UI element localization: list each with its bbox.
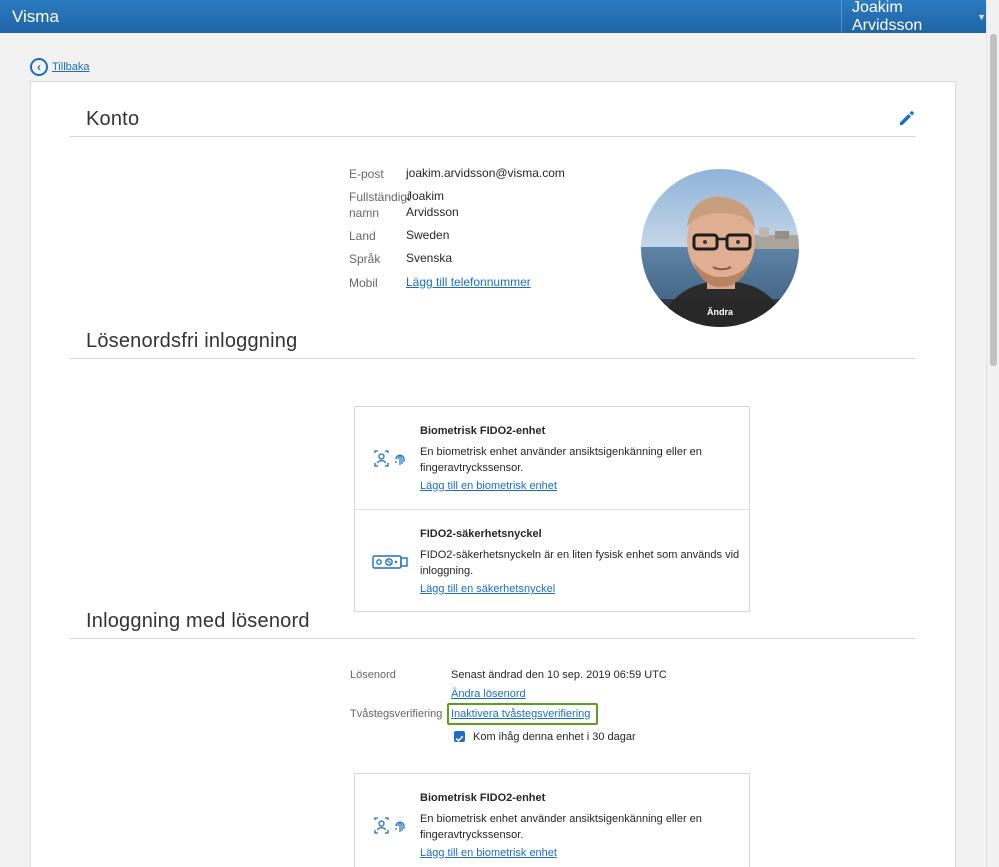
add-phone-link[interactable]: Lägg till telefonnummer — [406, 274, 531, 290]
avatar[interactable]: Ändra — [641, 169, 799, 327]
password-mfa-panel: Biometrisk FIDO2-enhet En biometrisk enh… — [354, 773, 750, 867]
remember-device-label: Kom ihåg denna enhet i 30 dagar — [473, 731, 636, 743]
item-title: Biometrisk FIDO2-enhet — [420, 425, 546, 437]
face-fingerprint-icon — [374, 817, 405, 834]
item-title: FIDO2-säkerhetsnyckel — [420, 528, 542, 540]
user-menu[interactable]: Joakim Arvidsson ▼ — [841, 0, 986, 34]
twostep-label: Tvåstegsverifiering — [350, 708, 443, 720]
section-divider — [70, 136, 916, 137]
password-status: Senast ändrad den 10 sep. 2019 06:59 UTC — [451, 669, 667, 681]
remember-device-checkbox[interactable] — [454, 731, 465, 742]
item-description: FIDO2-säkerhetsnyckeln är en liten fysis… — [420, 549, 740, 577]
passwordless-panel: Biometrisk FIDO2-enhet En biometrisk enh… — [354, 406, 750, 612]
add-biometric-link[interactable]: Lägg till en biometrisk enhet — [420, 480, 557, 492]
mobile-label: Mobil — [349, 276, 378, 290]
scrollbar[interactable] — [986, 0, 999, 867]
chevron-down-icon: ▼ — [977, 11, 986, 22]
back-link-label[interactable]: Tillbaka — [52, 61, 90, 73]
list-item: Biometrisk FIDO2-enhet En biometrisk enh… — [355, 407, 749, 510]
back-link[interactable]: ‹ Tillbaka — [30, 58, 90, 76]
password-login-title: Inloggning med lösenord — [86, 610, 310, 632]
country-label: Land — [349, 229, 376, 243]
language-label: Språk — [349, 252, 381, 266]
list-item: Biometrisk FIDO2-enhet En biometrisk enh… — [355, 774, 749, 867]
fullname-value-line1: Joakim — [406, 189, 445, 203]
pencil-icon[interactable] — [897, 108, 917, 128]
change-password-link[interactable]: Ändra lösenord — [451, 688, 526, 700]
item-description: En biometrisk enhet använder ansiktsigen… — [420, 446, 702, 474]
item-title: Biometrisk FIDO2-enhet — [420, 792, 546, 804]
scrollbar-thumb[interactable] — [990, 34, 997, 366]
item-description: En biometrisk enhet använder ansiktsigen… — [420, 813, 702, 841]
face-fingerprint-icon — [374, 450, 405, 467]
add-biometric-link[interactable]: Lägg till en biometrisk enhet — [420, 847, 557, 859]
fullname-value-line2: Arvidsson — [406, 205, 459, 219]
top-bar: Visma Joakim Arvidsson ▼ — [0, 0, 986, 34]
list-item: FIDO2-säkerhetsnyckel FIDO2-säkerhetsnyc… — [355, 510, 749, 613]
avatar-change-button[interactable]: Ändra — [641, 299, 799, 327]
user-name: Joakim Arvidsson — [852, 0, 923, 34]
checkmark-icon — [455, 735, 464, 742]
brand-logo[interactable]: Visma — [12, 7, 59, 27]
fullname-label-line2: namn — [349, 206, 380, 220]
email-value: joakim.arvidsson@visma.com — [406, 166, 565, 180]
passwordless-title: Lösenordsfri inloggning — [86, 330, 298, 352]
email-label: E-post — [349, 167, 384, 181]
language-value: Svenska — [406, 251, 453, 265]
fullname-label-line1: Fullständigt — [349, 190, 411, 204]
add-security-key-link[interactable]: Lägg till en säkerhetsnyckel — [420, 583, 555, 595]
password-label: Lösenord — [350, 669, 396, 681]
security-key-icon — [372, 555, 408, 569]
disable-twostep-link[interactable]: Inaktivera tvåstegsverifiering — [451, 708, 590, 720]
back-arrow-icon[interactable]: ‹ — [30, 58, 48, 76]
section-divider — [70, 358, 916, 359]
country-value: Sweden — [406, 228, 450, 242]
account-title: Konto — [86, 108, 140, 130]
section-divider — [70, 638, 916, 639]
